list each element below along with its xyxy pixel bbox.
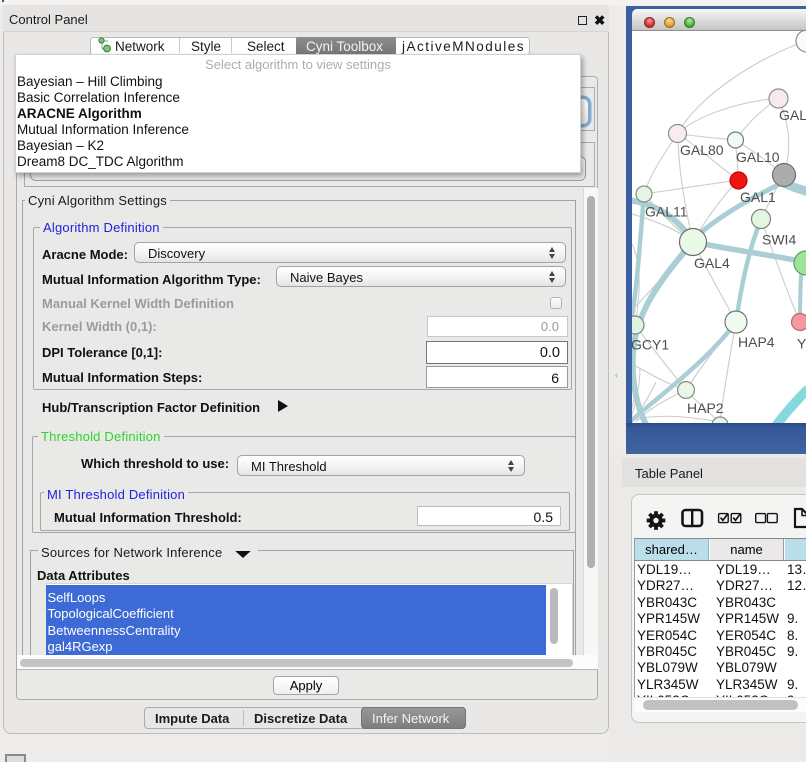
svg-text:GAL1: GAL1	[740, 189, 776, 205]
svg-text:GCY1: GCY1	[632, 337, 669, 353]
svg-text:GAL10: GAL10	[736, 149, 780, 165]
svg-text:Y: Y	[797, 336, 806, 352]
svg-text:GAL11: GAL11	[645, 204, 688, 220]
svg-text:GAL80: GAL80	[680, 142, 724, 158]
svg-text:GAL2: GAL2	[779, 107, 806, 123]
svg-text:HAP4: HAP4	[738, 334, 775, 350]
svg-text:SWI4: SWI4	[762, 232, 796, 248]
svg-text:HAP2: HAP2	[687, 400, 724, 416]
svg-text:GAL4: GAL4	[694, 255, 730, 271]
